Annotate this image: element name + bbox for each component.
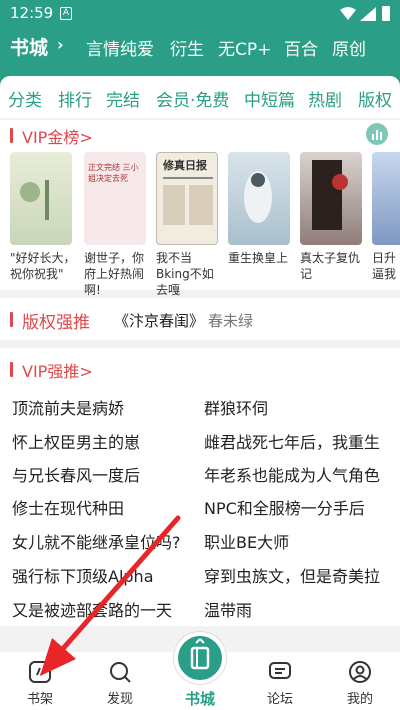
copyright-title: 版权强推 [22, 313, 90, 333]
nav-item-derivative[interactable]: 衍生 [170, 35, 204, 60]
book-title[interactable]: 日升逼我 [372, 250, 400, 282]
tab-vip-free[interactable]: 会员·免费 [156, 86, 229, 111]
book-title[interactable]: "好好长大，祝你祝我" [10, 250, 76, 282]
search-icon [110, 662, 131, 683]
nav-item-nocp[interactable]: 无CP+ [218, 35, 271, 60]
tab-copyright[interactable]: 版权 [358, 86, 392, 111]
nav-item-danmei[interactable]: 纯爱 [120, 35, 154, 60]
vip-push-item[interactable]: 怀上权臣男主的崽 [12, 429, 196, 453]
book-title[interactable]: 我不当Bking不如去嘎 [156, 250, 222, 298]
chevron-right-icon: › [57, 35, 64, 54]
tab-short[interactable]: 中短篇 [244, 86, 295, 111]
wifi-icon [340, 7, 356, 20]
vip-push-title[interactable]: VIP强推> [22, 358, 93, 382]
vip-push-item[interactable]: 顶流前夫是病娇 [12, 395, 196, 419]
book-title[interactable]: 真太子复仇记 [300, 250, 366, 282]
tab-forum[interactable]: 论坛 [248, 652, 312, 710]
app-notification-icon: A [60, 7, 72, 20]
vip-push-item[interactable]: 年老系也能成为人气角色 [204, 462, 400, 486]
vip-push-item[interactable]: NPC和全服榜一分手后 [204, 495, 400, 519]
cover-text: 正文完结 三小姐决定去死 [88, 163, 139, 183]
book-icon [190, 638, 210, 670]
status-bar: 12:59 A [0, 0, 400, 28]
book-cover[interactable] [10, 152, 72, 245]
vip-gold-title[interactable]: VIP金榜> [22, 124, 93, 148]
vip-push-item[interactable]: 与兄长春风一度后 [12, 462, 196, 486]
tab-bookcity-label: 书城 [184, 690, 215, 708]
tab-discover[interactable]: 发现 [88, 652, 152, 710]
book-cover[interactable] [300, 152, 362, 245]
book-cover[interactable]: 修真日报 [156, 152, 218, 245]
tab-discover-label: 发现 [106, 692, 133, 707]
tab-ranking[interactable]: 排行 [58, 86, 92, 111]
vip-push-item[interactable]: 修士在现代种田 [12, 495, 196, 519]
chat-icon [269, 662, 291, 679]
tab-forum-label: 论坛 [266, 692, 293, 707]
tab-bookshelf-label: 书架 [26, 692, 53, 707]
vip-push-item[interactable]: 温带雨 [204, 597, 400, 621]
book-cover[interactable] [372, 152, 400, 245]
vip-push-item[interactable]: 雌君战死七年后，我重生 [204, 429, 400, 453]
tab-mine-label: 我的 [346, 692, 373, 707]
tab-bookshelf[interactable]: 书架 [8, 652, 72, 710]
nav-current-bookcity[interactable]: 书城 [10, 33, 48, 60]
vip-push-item[interactable]: 群狼环伺 [204, 395, 400, 419]
section-marker [10, 128, 13, 143]
battery-icon [382, 6, 390, 21]
nav-item-original[interactable]: 原创 [332, 35, 366, 60]
vip-push-item[interactable]: 又是被迹部套路的一天 [12, 597, 196, 621]
book-title[interactable]: 重生换皇上 [228, 250, 294, 266]
cover-art [312, 160, 348, 230]
section-marker [10, 362, 13, 377]
copyright-book[interactable]: 《汴京春闺》 [114, 310, 204, 331]
bookshelf-icon [29, 661, 51, 683]
channel-nav: 书城 › 言情 纯爱 衍生 无CP+ 百合 原创 [0, 28, 400, 68]
tab-completed[interactable]: 完结 [106, 86, 140, 111]
signal-icon [360, 7, 376, 21]
cover-art [20, 180, 49, 220]
cover-text: 修真日报 [163, 159, 207, 172]
vip-push-item[interactable]: 强行标下顶级Alpha [12, 563, 196, 587]
cover-art [244, 171, 272, 223]
tab-mine[interactable]: 我的 [328, 652, 392, 710]
book-cover[interactable] [228, 152, 290, 245]
section-marker [10, 312, 13, 327]
tab-drama[interactable]: 热剧 [308, 86, 342, 111]
chart-icon[interactable] [366, 123, 388, 145]
copyright-author: 春未绿 [208, 312, 254, 330]
book-title[interactable]: 谢世子，你府上好热闹啊! [84, 250, 150, 298]
nav-item-baihe[interactable]: 百合 [284, 35, 318, 60]
tab-bookcity[interactable] [174, 632, 226, 684]
vip-push-item[interactable]: 职业BE大师 [204, 529, 400, 553]
tab-category[interactable]: 分类 [8, 86, 42, 111]
nav-item-romance[interactable]: 言情 [86, 35, 120, 60]
status-time: 12:59 [10, 4, 54, 22]
category-tabs: 分类 排行 完结 会员·免费 中短篇 热剧 版权 [0, 76, 400, 118]
vip-push-item[interactable]: 穿到虫族文，但是奇美拉 [204, 563, 400, 587]
user-icon [349, 661, 371, 683]
book-cover[interactable]: 正文完结 三小姐决定去死 [84, 152, 146, 245]
vip-push-item[interactable]: 女儿就不能继承皇位吗? [12, 529, 196, 553]
